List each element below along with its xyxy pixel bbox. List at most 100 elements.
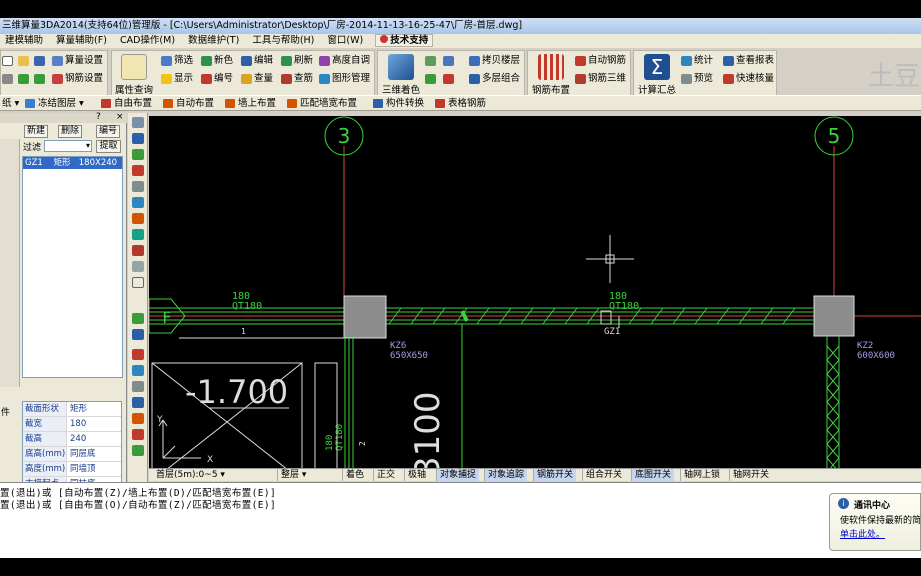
quick-check-button[interactable]: 快速核量	[722, 71, 774, 87]
tool-icon-trim[interactable]	[132, 445, 144, 456]
tool-icon-rotate[interactable]	[132, 397, 144, 408]
tool-icon-column[interactable]	[132, 133, 144, 144]
tool-icon-slab[interactable]	[132, 165, 144, 176]
tool-icon-mirror[interactable]	[132, 381, 144, 392]
menu-modeling-aid[interactable]: 建模辅助	[0, 34, 48, 48]
tool-icon-erase[interactable]	[132, 429, 144, 440]
drawing-canvas[interactable]: 3 5 F 180 QT180 180 QT180 1 KZ6 650X650 …	[149, 116, 921, 478]
delete-component-button[interactable]: 删除	[58, 125, 82, 138]
wall-place-button[interactable]: 墙上布置	[224, 96, 276, 111]
toggle-base-drawing[interactable]: 底图开关	[631, 469, 675, 481]
display-button[interactable]: 显示	[160, 71, 193, 87]
notification-popup[interactable]: i 通讯中心 使软件保持最新的简 单击此处。	[829, 493, 921, 551]
copy-floor-button[interactable]: 拷贝楼层	[468, 53, 520, 69]
property-row[interactable]: 截高 240	[23, 432, 121, 447]
refresh-button[interactable]: 刷新	[280, 53, 313, 69]
column-kz2[interactable]	[813, 295, 855, 337]
property-row[interactable]: 截宽 180	[23, 417, 121, 432]
filter-dropdown[interactable]: ▾	[44, 140, 92, 152]
toolbar-icon-redo[interactable]	[33, 71, 49, 87]
tool-icon-move[interactable]	[132, 349, 144, 360]
new-component-button[interactable]: 新建	[24, 125, 48, 138]
layer-scope-selector[interactable]: 整层 ▾	[277, 469, 333, 481]
auto-rebar-button[interactable]: 自动钢筋	[574, 53, 626, 69]
filter-button[interactable]: 筛选	[160, 53, 193, 69]
new-color-button[interactable]: 新色	[200, 53, 233, 69]
view-icon-2[interactable]	[442, 53, 458, 69]
check-quantity-button[interactable]: 查量	[240, 71, 273, 87]
menu-tools-help[interactable]: 工具与帮助(H)	[247, 34, 319, 48]
toolbar-icon-new[interactable]	[1, 53, 17, 69]
menu-calc-aid[interactable]: 算量辅助(F)	[51, 34, 112, 48]
toggle-axis-grid[interactable]: 轴网开关	[729, 469, 772, 481]
component-convert-button[interactable]: 构件转换	[372, 96, 424, 111]
toggle-polar[interactable]: 极轴	[404, 469, 429, 481]
graphic-manage-button[interactable]: 图形管理	[318, 71, 370, 87]
calc-settings-button[interactable]: 算量设置	[51, 53, 103, 69]
match-wall-width-button[interactable]: 匹配墙宽布置	[286, 96, 357, 111]
view-icon-3[interactable]	[424, 71, 440, 87]
tool-icon-copy[interactable]	[132, 365, 144, 376]
tool-icon-footing[interactable]	[132, 213, 144, 224]
paper-button[interactable]: 纸 ▾	[0, 96, 19, 111]
edit-button[interactable]: 编辑	[240, 53, 273, 69]
table-rebar-button[interactable]: 表格钢筋	[434, 96, 486, 111]
freeze-layer-button[interactable]: 冻结图层 ▾	[24, 96, 84, 111]
command-line[interactable]: 置(退出)或 [自动布置(Z)/墙上布置(D)/匹配墙宽布置(E)] 置(退出)…	[0, 482, 921, 558]
property-row[interactable]: 高度(mm) 同墙顶	[23, 462, 121, 477]
rebar-settings-button[interactable]: 钢筋设置	[51, 71, 103, 87]
property-row[interactable]: 截面形状 矩形	[23, 402, 121, 417]
tool-icon-offset[interactable]	[132, 413, 144, 424]
menu-data-maintenance[interactable]: 数据维护(T)	[183, 34, 244, 48]
tool-icon-snap[interactable]	[132, 313, 144, 324]
property-value: 180	[70, 419, 87, 429]
multi-floor-combo-button[interactable]: 多层组合	[468, 71, 520, 87]
panel-close-icon[interactable]: ×	[116, 112, 124, 122]
view-icon-1[interactable]	[424, 53, 440, 69]
menu-cad-ops[interactable]: CAD操作(M)	[115, 34, 180, 48]
auto-place-button[interactable]: 自动布置	[162, 96, 214, 111]
extract-button[interactable]: 提取	[96, 140, 121, 153]
toolbar-icon-open[interactable]	[17, 53, 33, 69]
toggle-shading[interactable]: 着色	[342, 469, 367, 481]
tool-icon-earthwork[interactable]	[132, 245, 144, 256]
floor-selector[interactable]: 首层(5m):0~5 ▾	[153, 469, 273, 481]
paper-label: 纸	[2, 98, 12, 109]
panel-help[interactable]: ?	[96, 112, 101, 122]
toggle-ortho[interactable]: 正交	[373, 469, 398, 481]
tool-icon-other[interactable]	[132, 261, 144, 272]
view-icon-4[interactable]	[442, 71, 458, 87]
property-value: 240	[70, 434, 87, 444]
toolbar-icon-print[interactable]	[1, 71, 17, 87]
tool-icon-pencil[interactable]	[132, 329, 144, 340]
rebar-3d-button[interactable]: 钢筋三维	[574, 71, 626, 87]
toolbar-icon-save[interactable]	[33, 53, 49, 69]
tool-icon-beam[interactable]	[132, 149, 144, 160]
tool-icon-decoration[interactable]	[132, 229, 144, 240]
check-rebar-button[interactable]: 查筋	[280, 71, 313, 87]
toggle-combo[interactable]: 组合开关	[582, 469, 625, 481]
notification-link[interactable]: 单击此处。	[840, 527, 885, 540]
column-kz6[interactable]	[343, 295, 387, 339]
tool-icon-kz2[interactable]	[132, 277, 144, 288]
toggle-rebar[interactable]: 钢筋开关	[533, 469, 577, 481]
menu-window[interactable]: 窗口(W)	[322, 34, 368, 48]
view-report-button[interactable]: 查看报表	[722, 53, 774, 69]
toggle-object-track[interactable]: 对象追踪	[484, 469, 528, 481]
numbering-component-button[interactable]: 编号	[96, 125, 120, 138]
component-row[interactable]: GZ1 矩形 180X240	[23, 157, 122, 169]
toggle-axis-lock[interactable]: 轴网上锁	[680, 469, 723, 481]
numbering-button[interactable]: 编号	[200, 71, 233, 87]
construction-column-gz1[interactable]	[600, 310, 612, 325]
auto-height-button[interactable]: 高度自调	[318, 53, 370, 69]
tech-support-button[interactable]: 技术支持	[375, 34, 434, 47]
tool-icon-opening[interactable]	[132, 181, 144, 192]
property-row[interactable]: 底高(mm) 同层底	[23, 447, 121, 462]
tool-icon-wall[interactable]	[132, 117, 144, 128]
toggle-object-snap[interactable]: 对象捕捉	[436, 469, 480, 481]
free-place-button[interactable]: 自由布置	[100, 96, 152, 111]
tool-icon-stair[interactable]	[132, 197, 144, 208]
statistics-button[interactable]: 统计	[680, 53, 713, 69]
toolbar-icon-undo[interactable]	[17, 71, 33, 87]
preview-button[interactable]: 预览	[680, 71, 713, 87]
